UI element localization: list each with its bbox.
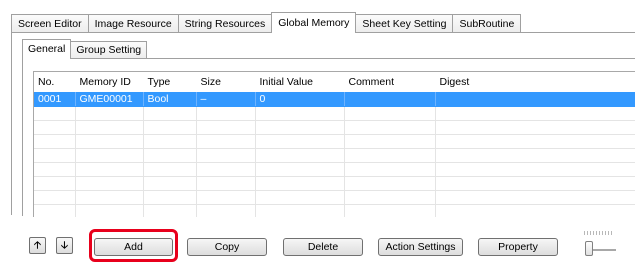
column-header-memory-id[interactable]: Memory ID (75, 72, 143, 92)
empty-row[interactable] (34, 134, 635, 149)
column-header-digest[interactable]: Digest (435, 72, 635, 92)
cell-size[interactable]: – (196, 92, 256, 107)
empty-row[interactable] (34, 120, 635, 135)
action-settings-button[interactable]: Action Settings (378, 238, 463, 256)
slider-thumb[interactable] (585, 241, 593, 256)
empty-row[interactable] (34, 148, 635, 163)
cell-digest[interactable] (435, 92, 635, 107)
cell-initial-value[interactable]: 0 (255, 92, 345, 107)
cell-no[interactable]: 0001 (34, 92, 76, 107)
arrow-up-icon: 🡡 (33, 239, 42, 251)
slider-ticks (584, 231, 614, 235)
tab-general[interactable]: General (22, 39, 72, 59)
cell-type[interactable]: Bool (143, 92, 197, 107)
column-header-no[interactable]: No. (34, 72, 75, 92)
property-button[interactable]: Property (478, 238, 558, 256)
tab-sheet-key-setting[interactable]: Sheet Key Setting (356, 14, 454, 33)
general-panel: No. Memory ID Type Size Initial Value Co… (22, 58, 635, 217)
add-button[interactable]: Add (94, 238, 173, 256)
column-header-type[interactable]: Type (143, 72, 196, 92)
global-memory-panel: General Group Setting No. Memory ID Type… (11, 32, 635, 217)
column-header-size[interactable]: Size (196, 72, 255, 92)
tab-global-memory[interactable]: Global Memory (271, 12, 357, 33)
move-down-button[interactable]: 🡣 (56, 237, 73, 254)
empty-row[interactable] (34, 106, 635, 121)
memory-grid[interactable]: No. Memory ID Type Size Initial Value Co… (33, 71, 635, 217)
empty-row[interactable] (34, 176, 635, 191)
sub-tab-strip: General Group Setting (22, 38, 148, 59)
column-header-initial-value[interactable]: Initial Value (255, 72, 344, 92)
arrow-down-icon: 🡣 (60, 239, 69, 251)
empty-row[interactable] (34, 162, 635, 177)
tab-image-resource[interactable]: Image Resource (88, 14, 179, 33)
bottom-toolbar: 🡡 🡣 Add Copy Delete Action Settings Prop… (0, 215, 635, 280)
table-row[interactable]: 0001 GME00001 Bool – 0 (34, 92, 635, 107)
zoom-slider[interactable] (581, 231, 621, 257)
tab-string-resources[interactable]: String Resources (178, 14, 273, 33)
tab-group-setting[interactable]: Group Setting (71, 41, 148, 59)
cell-memory-id[interactable]: GME00001 (75, 92, 144, 107)
cell-comment[interactable] (344, 92, 436, 107)
empty-row[interactable] (34, 190, 635, 205)
tab-subroutine[interactable]: SubRoutine (453, 14, 522, 33)
main-tab-strip: Screen Editor Image Resource String Reso… (11, 12, 522, 33)
grid-header-row: No. Memory ID Type Size Initial Value Co… (34, 72, 635, 92)
move-up-button[interactable]: 🡡 (29, 237, 46, 254)
column-header-comment[interactable]: Comment (344, 72, 435, 92)
delete-button[interactable]: Delete (283, 238, 363, 256)
copy-button[interactable]: Copy (187, 238, 267, 256)
tab-screen-editor[interactable]: Screen Editor (11, 14, 89, 33)
